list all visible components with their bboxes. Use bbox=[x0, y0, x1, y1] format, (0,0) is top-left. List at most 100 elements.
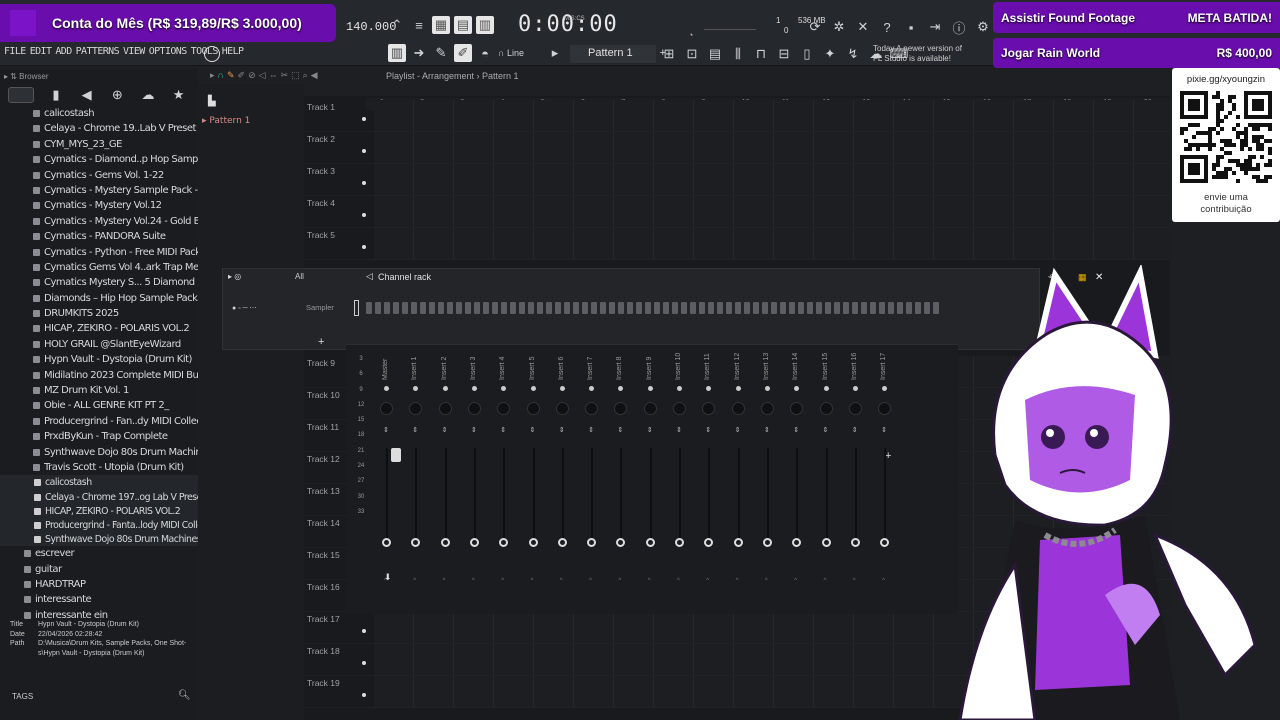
stereo-icon[interactable]: ⇕ bbox=[500, 426, 506, 434]
browser-folder[interactable]: Cymatics - PANDORA Suite bbox=[0, 229, 198, 244]
step-button[interactable] bbox=[555, 302, 561, 314]
step-button[interactable] bbox=[780, 302, 786, 314]
pan-knob[interactable] bbox=[438, 402, 452, 415]
browser-folder[interactable]: Cymatics - Mystery Sample Pack - Vol 4 bbox=[0, 183, 198, 198]
step-button[interactable] bbox=[510, 302, 516, 314]
mute-tool-icon[interactable]: ◁ bbox=[259, 70, 266, 81]
browser-folder[interactable]: HOLY GRAIL @SlantEyeWizard bbox=[0, 337, 198, 352]
step-button[interactable] bbox=[501, 302, 507, 314]
stereo-icon[interactable]: ⇕ bbox=[471, 426, 477, 434]
send-arrow-icon[interactable]: ^ bbox=[853, 578, 856, 584]
menu-edit[interactable]: EDIT bbox=[30, 46, 52, 57]
step-button[interactable] bbox=[519, 302, 525, 314]
send-arrow-icon[interactable]: ^ bbox=[413, 578, 416, 584]
tab-plugins-icon[interactable]: ⊕ bbox=[108, 86, 126, 104]
step-button[interactable] bbox=[690, 302, 696, 314]
step-button[interactable] bbox=[582, 302, 588, 314]
browser-folder[interactable]: Celaya - Chrome 19..Lab V Preset Bank) bbox=[0, 121, 198, 136]
volume-fader[interactable] bbox=[679, 448, 681, 538]
delete-tool-icon[interactable]: ⊘ bbox=[248, 70, 256, 81]
stereo-icon[interactable]: ⇕ bbox=[442, 426, 448, 434]
mixer-led[interactable] bbox=[413, 386, 419, 391]
add-channel-icon[interactable]: + bbox=[318, 336, 324, 348]
browser-folder[interactable]: Cymatics Gems Vol 4..ark Trap Melodies bbox=[0, 260, 198, 275]
send-arrow-icon[interactable]: ^ bbox=[706, 578, 709, 584]
track-mute-dot[interactable] bbox=[362, 693, 366, 697]
export-icon[interactable]: ⇥ bbox=[926, 18, 944, 36]
step-button[interactable] bbox=[807, 302, 813, 314]
step-button[interactable] bbox=[672, 302, 678, 314]
step-button[interactable] bbox=[411, 302, 417, 314]
volume-fader[interactable] bbox=[766, 448, 769, 538]
info-icon[interactable]: ⓘ bbox=[950, 18, 968, 36]
step-button[interactable] bbox=[681, 302, 687, 314]
channel-rack-menu-icon[interactable]: ▸ ◎ bbox=[228, 272, 241, 281]
playlist-track[interactable]: Track 1 bbox=[304, 100, 1170, 132]
step-button[interactable] bbox=[708, 302, 714, 314]
master-volume-slider[interactable] bbox=[704, 20, 756, 30]
step-button[interactable] bbox=[384, 302, 390, 314]
browser-folder[interactable]: PrxdByKun - Trap Complete bbox=[0, 429, 198, 444]
snap-selector[interactable]: ∩ Line bbox=[498, 44, 524, 62]
mixer-strip[interactable]: Insert 4 ⇕ ^ bbox=[491, 350, 519, 600]
browser-folder[interactable]: Obie - ALL GENRE KIT PT 2_ bbox=[0, 398, 198, 413]
browser-folder[interactable]: Diamonds – Hip Hop Sample Pack bbox=[0, 291, 198, 306]
pan-knob[interactable] bbox=[760, 402, 774, 415]
step-button[interactable] bbox=[897, 302, 903, 314]
pattern-selector[interactable]: Pattern 1 + bbox=[570, 45, 666, 63]
volume-fader[interactable] bbox=[473, 448, 476, 538]
mixer-strip[interactable]: Insert 17 ⇕ ^ bbox=[872, 350, 900, 600]
step-button[interactable] bbox=[600, 302, 606, 314]
route-icon[interactable] bbox=[821, 538, 831, 547]
stereo-icon[interactable]: ⇕ bbox=[793, 426, 799, 434]
stereo-icon[interactable]: ⇕ bbox=[647, 426, 653, 434]
volume-fader[interactable] bbox=[561, 448, 564, 538]
send-arrow-icon[interactable]: ^ bbox=[882, 578, 885, 584]
browser-recent-item[interactable]: calicostash bbox=[0, 475, 198, 490]
step-button[interactable] bbox=[933, 302, 939, 314]
track-mute-dot[interactable] bbox=[362, 117, 366, 121]
volume-fader[interactable] bbox=[620, 448, 623, 538]
slip-tool-icon[interactable]: ⇔ bbox=[269, 70, 278, 81]
pan-knob[interactable] bbox=[555, 402, 569, 415]
track-mute-dot[interactable] bbox=[362, 181, 366, 185]
volume-fader[interactable] bbox=[825, 448, 828, 538]
mixer-led[interactable] bbox=[442, 386, 448, 391]
step-button[interactable] bbox=[735, 302, 741, 314]
mixer-led[interactable] bbox=[530, 386, 536, 391]
track-mute-dot[interactable] bbox=[362, 629, 366, 633]
route-icon[interactable] bbox=[440, 538, 450, 547]
route-icon[interactable] bbox=[382, 538, 391, 547]
arrow-right-icon[interactable]: ➜ bbox=[410, 44, 428, 62]
stereo-icon[interactable]: ⇕ bbox=[735, 426, 741, 434]
send-arrow-icon[interactable]: ^ bbox=[472, 578, 475, 584]
browser-folder[interactable]: Midilatino 2023 Complete MIDI Bundle bbox=[0, 368, 198, 383]
slice-tool-icon[interactable]: ✂ bbox=[281, 70, 289, 81]
tab-all-icon[interactable] bbox=[8, 87, 35, 103]
mixer-icon[interactable]: ⫼ bbox=[729, 45, 747, 63]
route-icon[interactable] bbox=[616, 538, 626, 547]
playlist-icon[interactable]: ⊞ bbox=[660, 45, 678, 63]
volume-fader[interactable] bbox=[591, 448, 594, 538]
pan-knob[interactable] bbox=[643, 402, 657, 415]
tab-files-icon[interactable]: ▮ bbox=[47, 86, 65, 104]
track-mute-dot[interactable] bbox=[362, 213, 366, 217]
step-button[interactable] bbox=[393, 302, 399, 314]
mixer-led[interactable] bbox=[764, 386, 770, 391]
volume-fader[interactable] bbox=[737, 448, 740, 538]
magnet-tool-icon[interactable]: ∩ bbox=[218, 70, 224, 81]
browser-root-folder[interactable]: guitar bbox=[0, 562, 198, 577]
route-icon[interactable] bbox=[469, 538, 479, 547]
piano-roll-icon[interactable]: ⊡ bbox=[683, 45, 701, 63]
stereo-icon[interactable]: ⇕ bbox=[823, 426, 829, 434]
mixer-led[interactable] bbox=[852, 386, 858, 391]
step-button[interactable] bbox=[663, 302, 669, 314]
playlist-track[interactable]: Track 3 bbox=[304, 164, 1170, 196]
mixer-strip[interactable]: Insert 9 ⇕ ^ bbox=[638, 350, 666, 600]
mixer-strip[interactable]: Insert 12 ⇕ ^ bbox=[726, 350, 754, 600]
mixer-led[interactable] bbox=[647, 386, 653, 391]
step-button[interactable] bbox=[402, 302, 408, 314]
update-notice[interactable]: Today A newer version of FL Studio is av… bbox=[873, 44, 983, 64]
step-button[interactable] bbox=[420, 302, 426, 314]
send-arrow-icon[interactable]: ^ bbox=[648, 578, 651, 584]
